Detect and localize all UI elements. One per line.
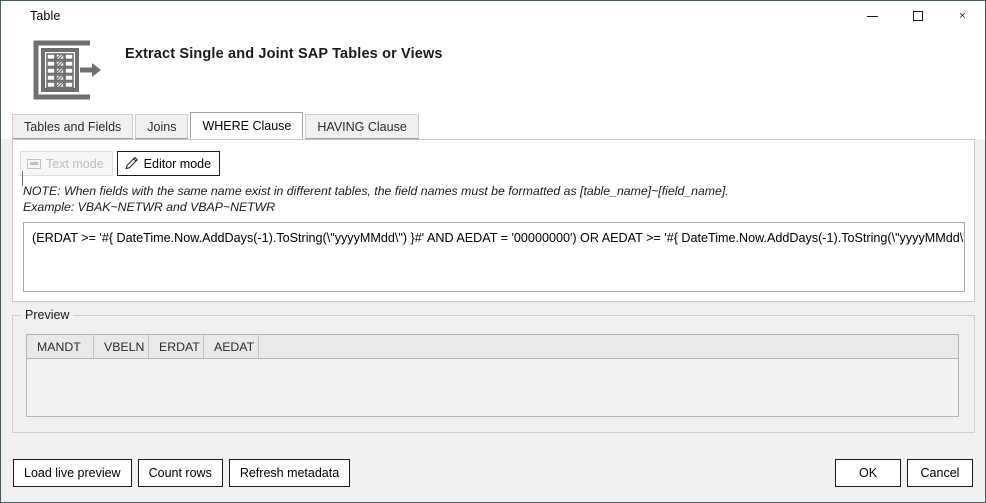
where-clause-expression-input[interactable]: (ERDAT >= '#{ DateTime.Now.AddDays(-1).T… — [23, 222, 965, 292]
tab-label: Tables and Fields — [24, 119, 122, 134]
footer-confirm-group: OK Cancel — [835, 459, 973, 487]
button-label: OK — [858, 466, 878, 480]
preview-data-grid[interactable]: MANDT VBELN ERDAT AEDAT — [26, 334, 959, 417]
button-label: Cancel — [920, 466, 960, 480]
note-line-2: Example: VBAK~NETWR and VBAP~NETWR — [23, 199, 276, 214]
minimize-icon — [867, 15, 878, 17]
text-mode-button[interactable]: Text mode — [20, 151, 113, 176]
load-live-preview-button[interactable]: Load live preview — [13, 459, 132, 487]
maximize-icon — [912, 11, 923, 21]
button-label: Load live preview — [24, 466, 121, 480]
footer-action-group: Load live preview Count rows Refresh met… — [13, 459, 351, 487]
minimize-button[interactable] — [850, 1, 895, 31]
refresh-metadata-button[interactable]: Refresh metadata — [228, 459, 351, 487]
dialog-footer: Load live preview Count rows Refresh met… — [1, 441, 985, 502]
close-button[interactable]: × — [940, 1, 985, 31]
column-label: MANDT — [37, 339, 81, 354]
editor-mode-label: Editor mode — [143, 156, 212, 171]
grid-column-header-vbeln[interactable]: VBELN — [94, 335, 149, 358]
cancel-button[interactable]: Cancel — [907, 459, 973, 487]
tab-strip: Tables and Fields Joins WHERE Clause HAV… — [1, 109, 985, 139]
column-label: VBELN — [104, 339, 145, 354]
button-label: Count rows — [148, 466, 212, 480]
column-label: ERDAT — [159, 339, 200, 354]
tab-label: Joins — [147, 119, 177, 134]
grid-column-header-aedat[interactable]: AEDAT — [204, 335, 259, 358]
table-extract-icon — [28, 39, 108, 101]
table-dialog-window: Table × Extract Single and Joint SAP Tab… — [0, 0, 986, 503]
window-title: Table — [30, 9, 61, 23]
dialog-header: Extract Single and Joint SAP Tables or V… — [1, 31, 985, 109]
text-mode-label: Text mode — [46, 156, 104, 171]
text-caret — [22, 171, 23, 186]
ok-button[interactable]: OK — [835, 459, 901, 487]
title-bar: Table × — [1, 1, 985, 31]
maximize-button[interactable] — [895, 1, 940, 31]
grid-column-header-mandt[interactable]: MANDT — [27, 335, 94, 358]
grid-column-header-erdat[interactable]: ERDAT — [149, 335, 204, 358]
note-line-1: NOTE: When fields with the same name exi… — [23, 184, 729, 198]
editor-mode-button[interactable]: Editor mode — [116, 151, 221, 176]
close-icon: × — [959, 9, 966, 22]
caption-button-group: × — [850, 1, 985, 31]
tab-label: WHERE Clause — [202, 118, 292, 133]
page-title: Extract Single and Joint SAP Tables or V… — [125, 46, 443, 62]
tab-label: HAVING Clause — [317, 119, 407, 134]
pencil-icon — [124, 156, 139, 171]
column-label: AEDAT — [214, 339, 255, 354]
where-clause-panel: Text mode Editor mode NOTE: When fields … — [12, 139, 975, 302]
count-rows-button[interactable]: Count rows — [137, 459, 223, 487]
tab-strip-divider — [12, 136, 975, 137]
grid-column-header-filler — [259, 335, 958, 358]
preview-group-box: Preview MANDT VBELN ERDAT AEDAT — [12, 308, 975, 433]
grid-header-row: MANDT VBELN ERDAT AEDAT — [27, 335, 958, 359]
formatting-note: NOTE: When fields with the same name exi… — [23, 184, 729, 215]
preview-group-label: Preview — [21, 308, 74, 322]
tab-where-clause[interactable]: WHERE Clause — [190, 112, 304, 139]
button-label: Refresh metadata — [239, 466, 340, 480]
textbox-icon — [27, 158, 41, 169]
grid-body-empty — [27, 359, 958, 416]
mode-button-group: Text mode Editor mode — [20, 151, 224, 176]
